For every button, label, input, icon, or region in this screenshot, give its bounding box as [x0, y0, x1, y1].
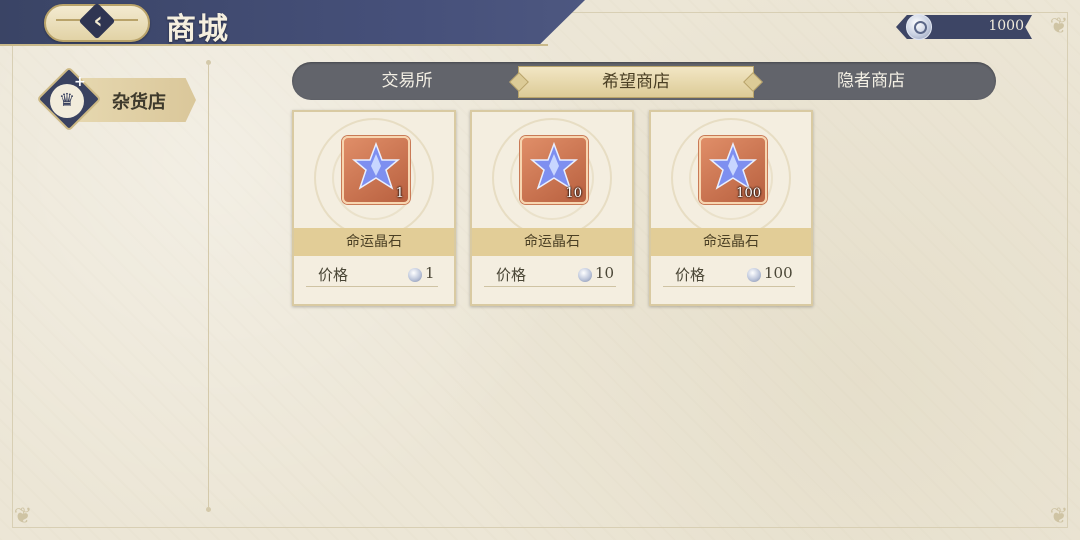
tab-exchange[interactable]: 交易所: [322, 62, 492, 100]
item-name: 命运晶石: [651, 228, 811, 256]
price-value: 1: [425, 264, 435, 282]
tab-hermit-shop[interactable]: 隐者商店: [786, 62, 956, 100]
crystal-coin-icon: [578, 268, 592, 282]
price-label: 价格: [496, 266, 527, 284]
price-divider: [663, 286, 795, 287]
back-button[interactable]: ‹: [44, 2, 150, 42]
shop-item-card[interactable]: 1 命运晶石 价格 1: [292, 110, 456, 306]
tab-hope-shop[interactable]: 希望商店: [518, 66, 754, 98]
item-quantity: 1: [395, 186, 404, 201]
crystal-coin-icon: [747, 268, 761, 282]
shop-item-card[interactable]: 100 命运晶石 价格 100: [649, 110, 813, 306]
crystal-coin-icon: [906, 14, 932, 40]
shop-item-card[interactable]: 10 命运晶石 价格 10: [470, 110, 634, 306]
header-trim: [0, 44, 548, 46]
item-name: 命运晶石: [472, 228, 632, 256]
currency-amount: 1000: [988, 18, 1024, 34]
item-quantity: 100: [736, 186, 761, 201]
price-label: 价格: [675, 266, 706, 284]
sidebar-item-label: 杂货店: [112, 92, 166, 113]
page-title: 商城: [166, 12, 230, 47]
ornament-line: [56, 19, 80, 27]
destiny-crystal-icon: 100: [699, 136, 767, 204]
corner-ornament-icon: ❦: [1049, 14, 1069, 39]
sidebar-item-grocery[interactable]: ♛ + 杂货店: [36, 66, 200, 132]
ornament-line: [114, 19, 138, 27]
shop-tabs: 交易所 希望商店 隐者商店: [292, 62, 996, 100]
destiny-crystal-icon: 1: [342, 136, 410, 204]
corner-ornament-icon: ❦: [13, 504, 33, 529]
price-label: 价格: [318, 266, 349, 284]
destiny-crystal-icon: 10: [520, 136, 588, 204]
item-quantity: 10: [565, 186, 582, 201]
price-value: 100: [764, 264, 793, 282]
price-divider: [484, 286, 616, 287]
back-arrow-icon: ‹: [93, 9, 103, 34]
corner-ornament-icon: ❦: [1049, 504, 1069, 529]
sidebar-divider: [206, 60, 211, 512]
plus-icon: +: [74, 74, 86, 90]
price-value: 10: [595, 264, 615, 282]
crystal-coin-icon: [408, 268, 422, 282]
price-divider: [306, 286, 438, 287]
item-name: 命运晶石: [294, 228, 454, 256]
